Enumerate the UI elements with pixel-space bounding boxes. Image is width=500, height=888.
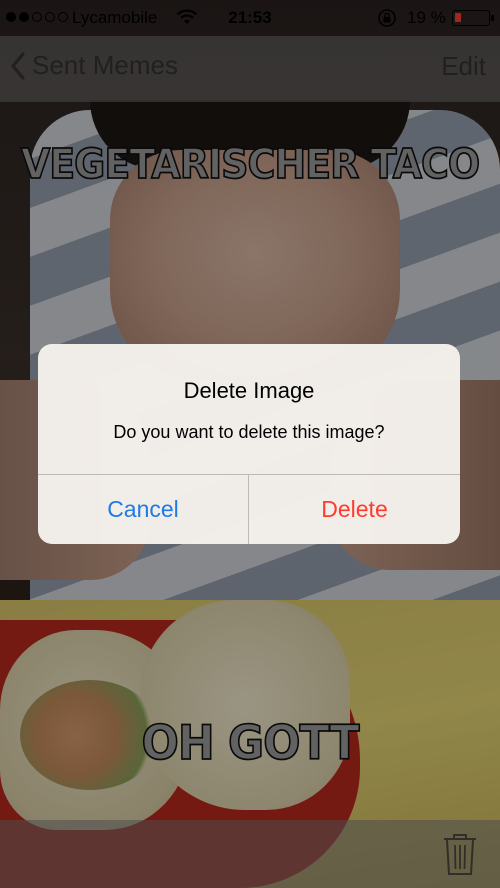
cancel-button[interactable]: Cancel [38,475,248,544]
alert-message: Do you want to delete this image? [113,422,385,442]
delete-button[interactable]: Delete [249,475,460,544]
alert-title: Delete Image [183,378,315,403]
delete-image-alert: Delete Image Do you want to delete this … [38,344,460,544]
